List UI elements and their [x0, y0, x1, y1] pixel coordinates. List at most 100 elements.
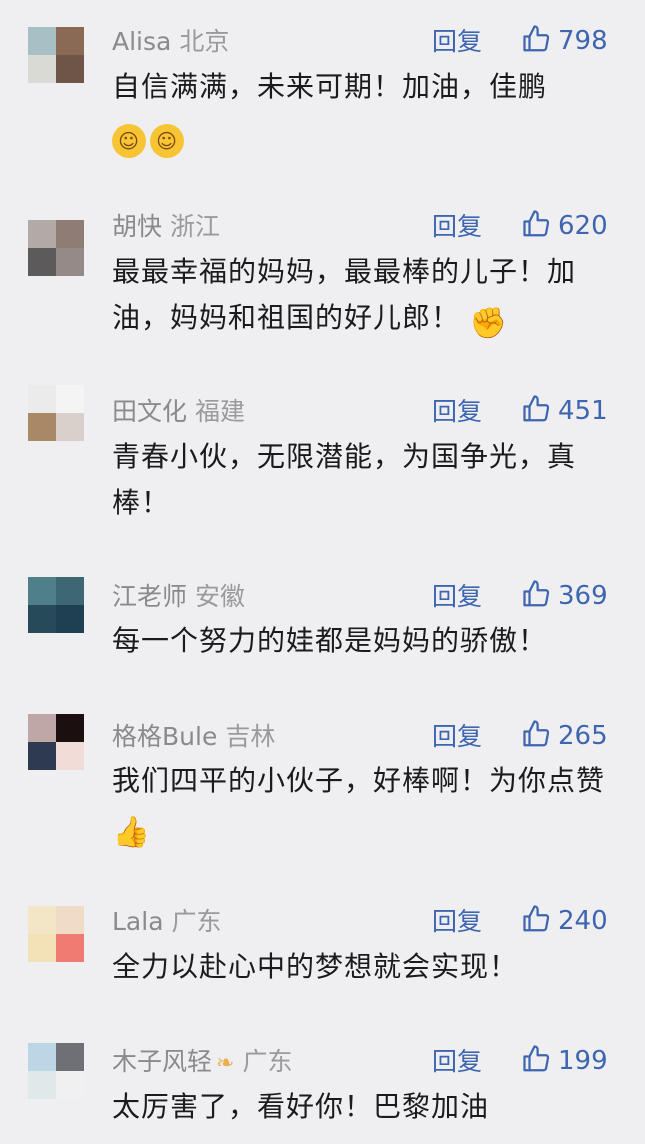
like-count: 199: [558, 1046, 608, 1076]
avatar[interactable]: [28, 385, 84, 441]
reply-button[interactable]: 回复: [432, 394, 482, 430]
username[interactable]: 田文化: [112, 397, 187, 426]
reply-button[interactable]: 回复: [432, 719, 482, 755]
location: 广东: [242, 1047, 293, 1076]
avatar-tile: [56, 714, 84, 742]
avatar-tile: [28, 55, 56, 83]
comment-text: 青春小伙，无限潜能，为国争光，真棒！: [112, 434, 622, 526]
avatar-tile: [28, 413, 56, 441]
comment-meta: 木子风轻 ❧ 广东: [112, 1044, 292, 1080]
avatar-tile: [56, 906, 84, 934]
thumbs-up-icon: [523, 25, 550, 52]
butterfly-icon: ❧: [216, 1051, 235, 1076]
comment-meta: 格格Bule 吉林: [112, 719, 275, 755]
comment-meta: Lala 广东: [112, 904, 222, 940]
username[interactable]: 胡快: [112, 212, 162, 241]
avatar-tile: [28, 220, 56, 248]
thumbs-up-icon: [523, 1045, 550, 1072]
like-button[interactable]: 620: [522, 208, 608, 244]
comment-text-content: 我们四平的小伙子，好棒啊！为你点赞: [112, 764, 606, 797]
comment-meta: 田文化 福建: [112, 394, 245, 430]
avatar-tile: [28, 27, 56, 55]
comment-text: 我们四平的小伙子，好棒啊！为你点赞: [112, 758, 622, 850]
location: 福建: [195, 397, 246, 426]
avatar-tile: [28, 906, 56, 934]
thumbs-up-icon: [523, 395, 550, 422]
avatar-tile: [28, 934, 56, 962]
comment-text-content: 太厉害了，看好你！巴黎加油: [112, 1090, 490, 1123]
location: 吉林: [225, 722, 276, 751]
avatar-tile: [28, 1043, 56, 1071]
comment-text: 太厉害了，看好你！巴黎加油: [112, 1084, 622, 1130]
comment-text: 全力以赴心中的梦想就会实现！: [112, 944, 622, 990]
avatar-tile: [56, 1043, 84, 1071]
thumbs-up-emoji-icon: [112, 816, 152, 850]
comment-text: 自信满满，未来可期！加油，佳鹏: [112, 64, 622, 158]
username[interactable]: 江老师: [112, 582, 187, 611]
avatar-tile: [56, 1071, 84, 1099]
avatar-tile: [28, 605, 56, 633]
avatar[interactable]: [28, 1043, 84, 1099]
like-count: 798: [558, 26, 608, 56]
like-button[interactable]: 451: [522, 393, 608, 429]
location: 广东: [171, 907, 222, 936]
thumbs-up-icon: [523, 720, 550, 747]
username[interactable]: 木子风轻: [112, 1047, 212, 1076]
avatar-tile: [28, 385, 56, 413]
avatar-tile: [56, 577, 84, 605]
reply-button[interactable]: 回复: [432, 579, 482, 615]
like-button[interactable]: 240: [522, 903, 608, 939]
comment-text-content: 青春小伙，无限潜能，为国争光，真棒！: [112, 440, 577, 519]
avatar-tile: [56, 55, 84, 83]
avatar-tile: [56, 27, 84, 55]
avatar-tile: [56, 934, 84, 962]
avatar-tile: [28, 248, 56, 276]
avatar-tile: [28, 577, 56, 605]
comment-text-content: 每一个努力的娃都是妈妈的骄傲！: [112, 624, 548, 657]
avatar[interactable]: [28, 714, 84, 770]
avatar[interactable]: [28, 577, 84, 633]
like-count: 369: [558, 581, 608, 611]
location: 安徽: [195, 582, 246, 611]
comment-text-content: 自信满满，未来可期！加油，佳鹏: [112, 70, 548, 103]
reply-button[interactable]: 回复: [432, 904, 482, 940]
avatar-tile: [56, 413, 84, 441]
username[interactable]: Alisa: [112, 27, 171, 56]
reply-button[interactable]: 回复: [432, 24, 482, 60]
reply-button[interactable]: 回复: [432, 1044, 482, 1080]
raised-fist-icon: [470, 307, 504, 341]
avatar-tile: [28, 742, 56, 770]
thumbs-up-icon: [523, 905, 550, 932]
comment-meta: 江老师 安徽: [112, 579, 245, 615]
like-count: 451: [558, 396, 608, 426]
avatar-tile: [56, 220, 84, 248]
thumbs-up-icon: [523, 580, 550, 607]
avatar[interactable]: [28, 27, 84, 83]
location: 浙江: [170, 212, 221, 241]
avatar-tile: [28, 1071, 56, 1099]
avatar-tile: [56, 248, 84, 276]
like-button[interactable]: 369: [522, 578, 608, 614]
like-button[interactable]: 199: [522, 1043, 608, 1079]
location: 北京: [179, 27, 230, 56]
reply-button[interactable]: 回复: [432, 209, 482, 245]
avatar-tile: [28, 714, 56, 742]
salute-face-icon: [112, 124, 146, 158]
comment-text-content: 全力以赴心中的梦想就会实现！: [112, 950, 519, 983]
username[interactable]: 格格Bule: [112, 722, 217, 751]
like-count: 265: [558, 721, 608, 751]
avatar[interactable]: [28, 906, 84, 962]
username[interactable]: Lala: [112, 907, 164, 936]
salute-face-icon: [150, 124, 184, 158]
like-button[interactable]: 265: [522, 718, 608, 754]
avatar-tile: [56, 385, 84, 413]
avatar[interactable]: [28, 220, 84, 276]
avatar-tile: [56, 605, 84, 633]
like-button[interactable]: 798: [522, 23, 608, 59]
thumbs-up-icon: [523, 210, 550, 237]
comment-text: 每一个努力的娃都是妈妈的骄傲！: [112, 618, 622, 664]
avatar-tile: [56, 742, 84, 770]
like-count: 620: [558, 211, 608, 241]
comment-meta: Alisa 北京: [112, 24, 229, 60]
comment-text: 最最幸福的妈妈，最最棒的儿子！加油，妈妈和祖国的好儿郎！: [112, 249, 622, 341]
